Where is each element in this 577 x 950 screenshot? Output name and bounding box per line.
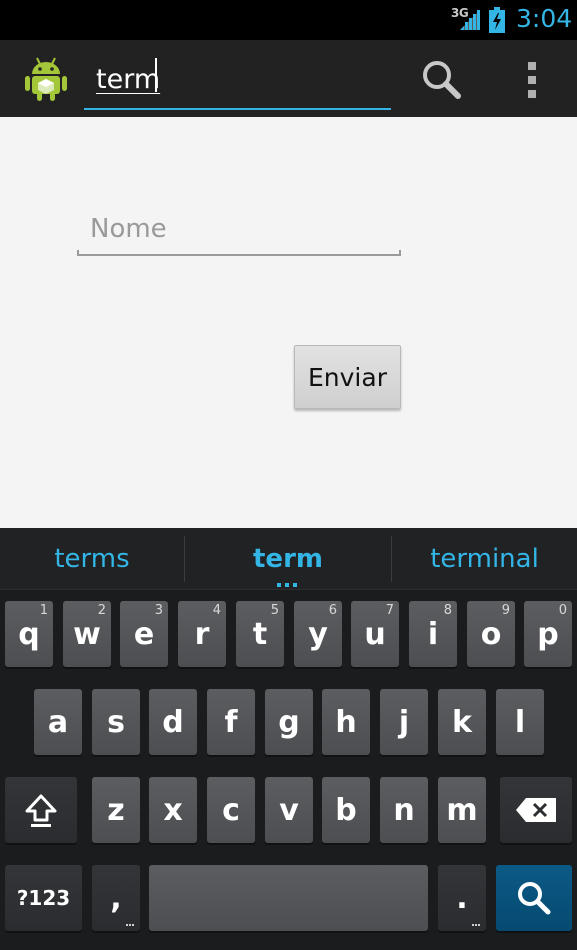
suggestion-item[interactable]: terms — [0, 528, 184, 590]
menu-dot — [528, 76, 536, 84]
overflow-menu-icon[interactable] — [516, 56, 548, 104]
key-s[interactable]: s — [92, 689, 140, 755]
input-underline — [77, 250, 401, 256]
key-label: y — [308, 616, 328, 652]
key-e[interactable]: e3 — [120, 601, 168, 667]
key-hint: 7 — [385, 603, 394, 618]
comma-key[interactable]: , — [92, 865, 140, 931]
key-label: q — [18, 616, 40, 652]
android-icon[interactable] — [24, 54, 68, 102]
keyboard-search-key[interactable] — [496, 865, 572, 931]
key-hint: 3 — [154, 603, 163, 618]
text-cursor — [155, 58, 157, 92]
key-d[interactable]: d — [149, 689, 197, 755]
key-label: o — [480, 616, 502, 652]
shift-key[interactable] — [5, 777, 77, 843]
key-label: r — [194, 616, 210, 652]
key-hint: 4 — [212, 603, 221, 618]
key-hint: 0 — [558, 603, 567, 618]
more-suggestions-indicator — [276, 583, 298, 589]
main-content: Nome Enviar — [0, 117, 577, 528]
key-w[interactable]: w2 — [63, 601, 111, 667]
search-icon — [518, 882, 551, 915]
key-hint: 2 — [97, 603, 106, 618]
key-a[interactable]: a — [34, 689, 82, 755]
soft-keyboard: terms term terminal q1 w2 e3 r4 t5 y6 u7… — [0, 528, 577, 950]
key-hint: 5 — [270, 603, 279, 618]
key-k[interactable]: k — [438, 689, 486, 755]
key-h[interactable]: h — [322, 689, 370, 755]
battery-charging-icon — [489, 7, 505, 33]
key-u[interactable]: u7 — [351, 601, 399, 667]
key-v[interactable]: v — [265, 777, 313, 843]
suggestion-item-primary[interactable]: term — [185, 528, 391, 590]
key-label: e — [133, 616, 155, 652]
search-icon[interactable] — [418, 56, 466, 104]
key-label: w — [73, 616, 101, 652]
key-q[interactable]: q1 — [5, 601, 53, 667]
symbols-key[interactable]: ?123 — [5, 865, 82, 931]
key-f[interactable]: f — [207, 689, 255, 755]
key-hint: 6 — [328, 603, 337, 618]
period-key[interactable]: . — [438, 865, 486, 931]
shift-icon — [25, 794, 57, 827]
search-input[interactable]: term — [84, 58, 391, 110]
status-bar: 3G 3:04 — [0, 0, 577, 40]
name-placeholder: Nome — [90, 214, 167, 244]
menu-dot — [528, 62, 536, 70]
key-c[interactable]: c — [207, 777, 255, 843]
key-hint: 9 — [501, 603, 510, 618]
key-i[interactable]: i8 — [409, 601, 457, 667]
menu-dot — [528, 90, 536, 98]
key-more-indicator — [126, 924, 134, 927]
key-l[interactable]: l — [496, 689, 544, 755]
action-bar: term — [0, 40, 577, 117]
key-label: u — [364, 616, 386, 652]
key-m[interactable]: m — [438, 777, 486, 843]
suggestion-item[interactable]: terminal — [392, 528, 577, 590]
key-z[interactable]: z — [92, 777, 140, 843]
delete-key[interactable] — [500, 777, 572, 843]
key-label: . — [456, 880, 468, 916]
key-more-indicator — [472, 924, 480, 927]
status-clock: 3:04 — [516, 4, 573, 33]
key-x[interactable]: x — [149, 777, 197, 843]
name-input[interactable]: Nome — [77, 212, 401, 256]
key-n[interactable]: n — [380, 777, 428, 843]
signal-icon — [460, 10, 480, 30]
key-label: , — [110, 880, 122, 916]
key-r[interactable]: r4 — [178, 601, 226, 667]
key-label: p — [537, 616, 559, 652]
key-b[interactable]: b — [322, 777, 370, 843]
key-j[interactable]: j — [380, 689, 428, 755]
key-hint: 8 — [443, 603, 452, 618]
suggestion-strip: terms term terminal — [0, 528, 577, 590]
key-p[interactable]: p0 — [524, 601, 572, 667]
key-label: i — [427, 616, 439, 652]
key-t[interactable]: t5 — [236, 601, 284, 667]
spacebar-key[interactable] — [149, 865, 428, 931]
key-g[interactable]: g — [265, 689, 313, 755]
backspace-icon — [516, 798, 556, 822]
key-o[interactable]: o9 — [467, 601, 515, 667]
key-label: t — [252, 616, 268, 652]
key-y[interactable]: y6 — [294, 601, 342, 667]
search-query-text: term — [96, 64, 161, 95]
key-hint: 1 — [39, 603, 48, 618]
send-button[interactable]: Enviar — [294, 345, 401, 409]
